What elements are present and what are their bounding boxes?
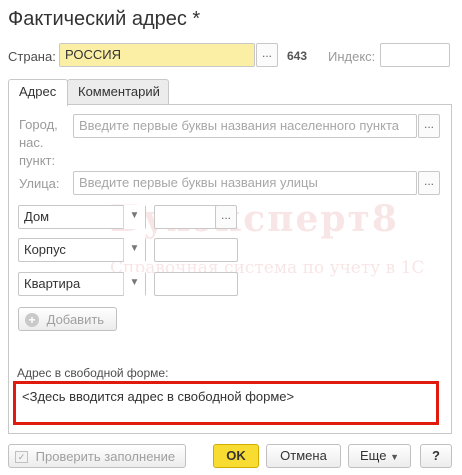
index-field[interactable] — [380, 43, 450, 67]
house-type-value: Дом — [24, 209, 50, 224]
city-input[interactable]: Введите первые буквы названия населенног… — [73, 114, 417, 138]
country-field[interactable]: РОССИЯ — [59, 43, 255, 67]
index-label: Индекс: — [328, 49, 376, 64]
freeform-address-value: <Здесь вводится адрес в свободной форме> — [22, 389, 295, 404]
form-title: Фактический адрес * — [8, 8, 201, 30]
city-label: Город, нас. пункт: — [19, 117, 58, 168]
add-field-label: Добавить — [46, 311, 105, 327]
street-placeholder: Введите первые буквы названия улицы — [79, 175, 318, 190]
country-select-button[interactable]: ... — [256, 43, 278, 67]
building-number-input[interactable] — [154, 238, 238, 262]
country-code: 643 — [287, 49, 308, 63]
city-placeholder: Введите первые буквы названия населенног… — [79, 118, 399, 133]
freeform-label: Адрес в свободной форме: — [17, 366, 169, 380]
street-label: Улица: — [19, 176, 60, 191]
dropdown-arrow-icon: ▼ — [390, 452, 399, 462]
country-label: Страна: — [8, 49, 56, 64]
plus-icon: + — [25, 312, 39, 327]
apartment-type-value: Квартира — [24, 276, 81, 291]
apartment-number-input[interactable] — [154, 272, 238, 296]
chevron-down-icon[interactable]: ▼ — [123, 238, 145, 262]
checklist-icon: ✓ — [15, 450, 28, 463]
tab-address[interactable]: Адрес — [8, 79, 68, 106]
add-field-button[interactable]: + Добавить — [18, 307, 117, 331]
street-input[interactable]: Введите первые буквы названия улицы — [73, 171, 417, 195]
building-type-value: Корпус — [24, 242, 66, 257]
house-number-input[interactable] — [154, 205, 218, 229]
more-button[interactable]: Еще ▼ — [348, 444, 411, 468]
tab-comment[interactable]: Комментарий — [67, 79, 169, 105]
chevron-down-icon[interactable]: ▼ — [123, 272, 145, 296]
street-select-button[interactable]: ... — [418, 171, 440, 195]
cancel-button[interactable]: Отмена — [266, 444, 341, 468]
chevron-down-icon[interactable]: ▼ — [123, 205, 145, 229]
freeform-address-field[interactable]: <Здесь вводится адрес в свободной форме> — [13, 381, 439, 425]
check-fill-label: Проверить заполнение — [35, 448, 176, 464]
house-select-button[interactable]: ... — [215, 205, 237, 229]
ok-button[interactable]: OK — [213, 444, 259, 468]
country-value: РОССИЯ — [65, 47, 122, 62]
help-button[interactable]: ? — [420, 444, 452, 468]
city-select-button[interactable]: ... — [418, 114, 440, 138]
check-fill-button[interactable]: ✓ Проверить заполнение — [8, 444, 186, 468]
more-label: Еще — [360, 448, 387, 463]
